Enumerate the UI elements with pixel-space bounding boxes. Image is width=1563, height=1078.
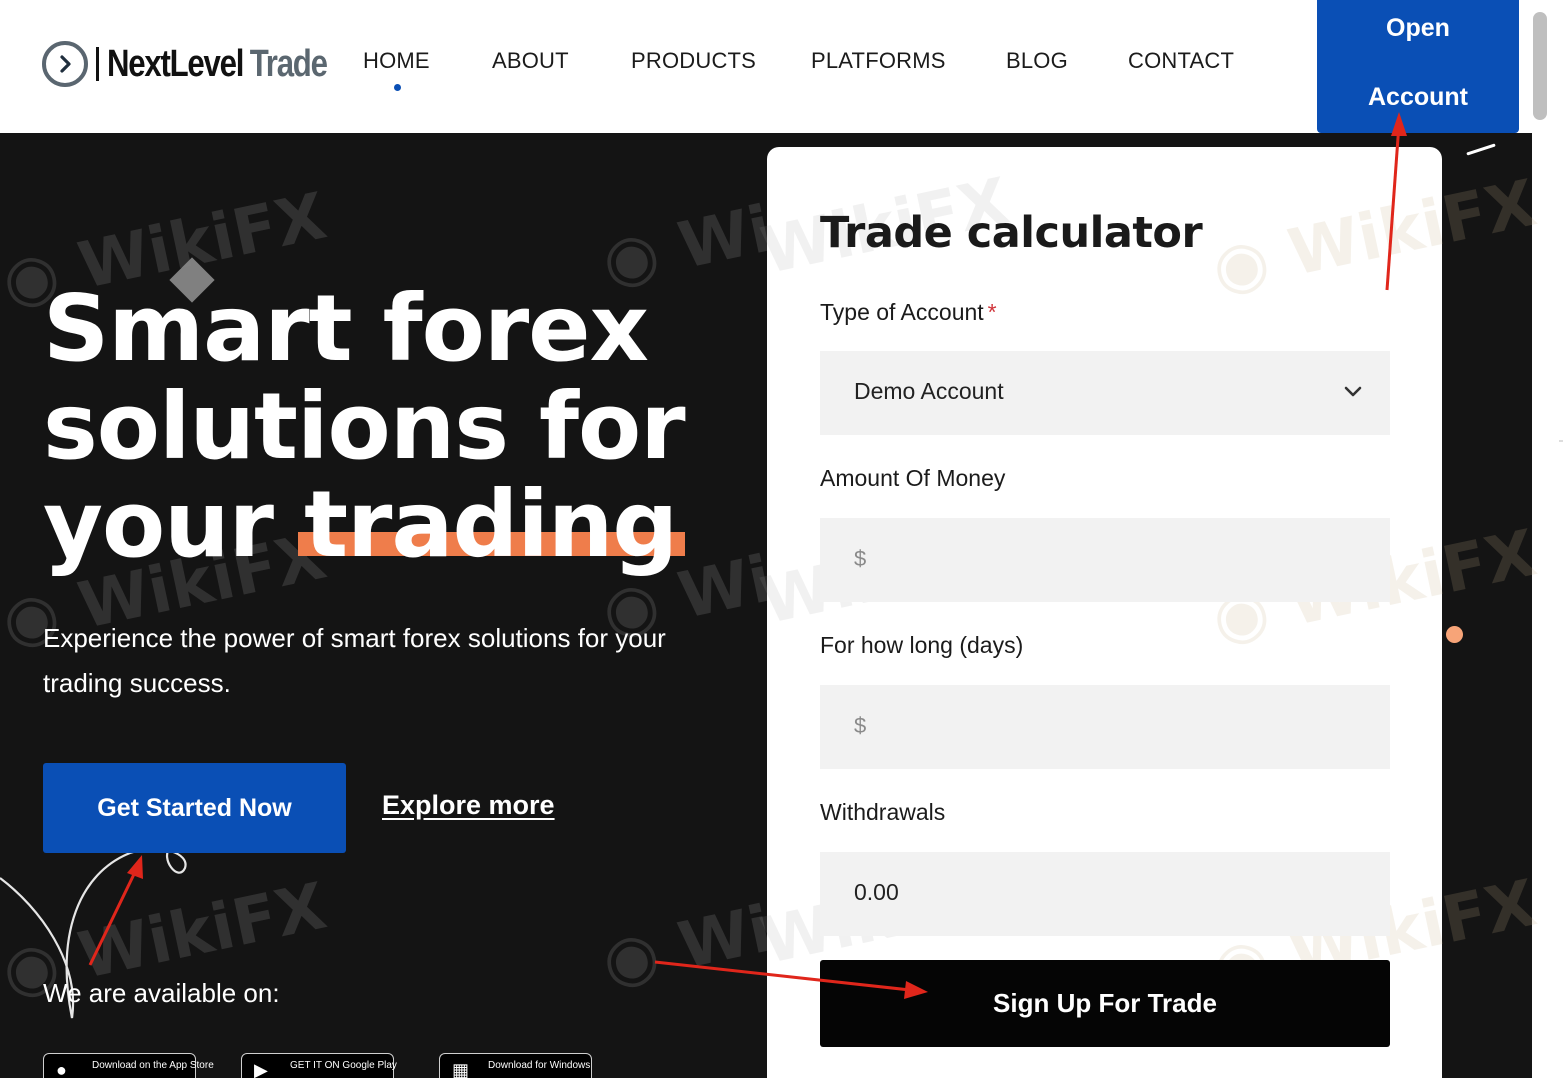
open-account-line2: Account — [1368, 83, 1468, 111]
app-store-badge[interactable]: ● Download on the App Store — [43, 1053, 214, 1078]
account-type-label-text: Type of Account — [820, 299, 984, 325]
google-play-icon: ▶ — [254, 1060, 268, 1078]
google-play-badge[interactable]: ▶ GET IT ON Google Play — [241, 1053, 397, 1078]
nav-item-contact[interactable]: CONTACT — [1128, 48, 1234, 74]
apple-icon: ● — [56, 1060, 67, 1078]
nav-item-blog[interactable]: BLOG — [1006, 48, 1068, 74]
logo-text-part1: NextLevel — [107, 42, 244, 85]
chevron-down-icon — [1344, 386, 1362, 397]
duration-placeholder: $ — [854, 713, 867, 738]
hero-title-line1: Smart forex — [43, 275, 649, 382]
calculator-title: Trade calculator — [820, 208, 1203, 258]
withdrawals-input[interactable]: 0.00 — [820, 852, 1390, 936]
duration-label: For how long (days) — [820, 632, 1024, 658]
google-play-badge-label: GET IT ON Google Play — [290, 1060, 397, 1071]
nav-item-home[interactable]: HOME — [363, 48, 430, 74]
hero-title-line3-prefix: your — [43, 471, 274, 578]
app-store-badge-label: Download on the App Store — [92, 1060, 214, 1071]
get-started-button[interactable]: Get Started Now — [43, 763, 346, 853]
required-mark: * — [987, 299, 997, 325]
page-scrollbar[interactable] — [1532, 0, 1563, 1078]
logo-text-part2: Trade — [249, 42, 328, 85]
nav-item-about[interactable]: ABOUT — [492, 48, 569, 74]
hero-title-highlight: trading — [298, 476, 686, 574]
available-on-label: We are available on: — [43, 978, 280, 1008]
logo-wordmark: NextLevel Trade — [107, 42, 328, 86]
explore-more-link[interactable]: Explore more — [382, 790, 555, 821]
account-type-select[interactable]: Demo Account — [820, 351, 1390, 435]
withdrawals-value: 0.00 — [854, 879, 899, 905]
scrollbar-mark — [1559, 440, 1563, 442]
windows-badge[interactable]: ▦ Download for Windows — [439, 1053, 592, 1078]
nav-active-indicator — [394, 84, 401, 91]
nav-item-products[interactable]: PRODUCTS — [631, 48, 756, 74]
hero-title-line3: your trading — [43, 476, 686, 574]
windows-icon: ▦ — [452, 1060, 470, 1078]
logo-divider — [96, 47, 99, 81]
amount-input[interactable]: $ — [820, 518, 1390, 602]
scrollbar-thumb[interactable] — [1533, 12, 1547, 120]
hero-title-highlight-text: trading — [304, 471, 678, 578]
amount-placeholder: $ — [854, 546, 867, 571]
open-account-line1: Open — [1386, 14, 1450, 42]
withdrawals-label: Withdrawals — [820, 799, 946, 825]
duration-input[interactable]: $ — [820, 685, 1390, 769]
amount-label: Amount Of Money — [820, 465, 1006, 491]
open-account-button[interactable]: Open Account — [1317, 0, 1519, 133]
hero-title: Smart forex solutions for your trading — [43, 275, 686, 574]
nav-item-platforms[interactable]: PLATFORMS — [811, 48, 946, 74]
sign-up-for-trade-button[interactable]: Sign Up For Trade — [820, 960, 1390, 1047]
hero-subtitle: Experience the power of smart forex solu… — [43, 623, 666, 698]
logo-chevron-icon — [42, 41, 88, 87]
trade-calculator-card — [767, 147, 1442, 1078]
site-header: NextLevel Trade HOME ABOUT PRODUCTS PLATF… — [0, 0, 1532, 133]
account-type-label: Type of Account * — [820, 299, 997, 326]
decorative-dot — [1446, 626, 1463, 643]
brand-logo[interactable]: NextLevel Trade — [42, 38, 375, 90]
account-type-value: Demo Account — [854, 378, 1004, 404]
hero-title-line2: solutions for — [43, 373, 686, 480]
windows-badge-label: Download for Windows — [488, 1060, 591, 1071]
